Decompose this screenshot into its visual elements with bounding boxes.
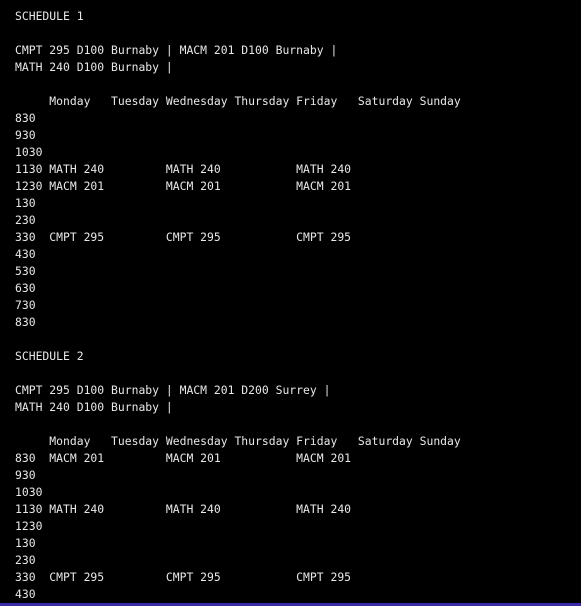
schedule-1-title: SCHEDULE 1 [15,9,84,23]
schedule-2-title: SCHEDULE 2 [15,349,84,363]
schedule-1-row-530: 530 [15,264,36,278]
schedule-2-row-930: 930 [15,468,36,482]
schedule-1-row-430: 430 [15,247,36,261]
schedule-2-row-1230: 1230 [15,519,43,533]
schedule-2-courses-line-1: CMPT 295 D100 Burnaby | MACM 201 D200 Su… [15,383,331,397]
schedule-1-row-1130: 1130 MATH 240 MATH 240 MATH 240 [15,162,352,176]
schedule-2-row-430: 430 [15,587,36,601]
schedule-1-row-1230: 1230 MACM 201 MACM 201 MACM 201 [15,179,352,193]
schedule-1-row-830-evening: 830 [15,315,36,329]
schedule-2-courses-line-2: MATH 240 D100 Burnaby | [15,400,173,414]
schedule-1-row-1030: 1030 [15,145,43,159]
schedule-1-courses-line-2: MATH 240 D100 Burnaby | [15,60,173,74]
schedule-2-row-1030: 1030 [15,485,43,499]
schedule-1-row-930: 930 [15,128,36,142]
schedule-1-day-header: Monday Tuesday Wednesday Thursday Friday… [15,94,461,108]
schedule-1-row-130: 130 [15,196,36,210]
schedule-2-row-130: 130 [15,536,36,550]
schedule-1-courses-line-1: CMPT 295 D100 Burnaby | MACM 201 D100 Bu… [15,43,338,57]
schedule-2-row-1130: 1130 MATH 240 MATH 240 MATH 240 [15,502,352,516]
schedule-1-row-830: 830 [15,111,36,125]
schedule-1-row-730: 730 [15,298,36,312]
schedule-1-row-330: 330 CMPT 295 CMPT 295 CMPT 295 [15,230,352,244]
schedule-1-row-230: 230 [15,213,36,227]
schedule-2-day-header: Monday Tuesday Wednesday Thursday Friday… [15,434,461,448]
schedule-2-row-230: 230 [15,553,36,567]
schedule-1-row-630: 630 [15,281,36,295]
terminal-window[interactable]: SCHEDULE 1 CMPT 295 D100 Burnaby | MACM 2… [0,0,581,606]
terminal-output: SCHEDULE 1 CMPT 295 D100 Burnaby | MACM 2… [15,8,461,603]
schedule-2-row-830: 830 MACM 201 MACM 201 MACM 201 [15,451,352,465]
schedule-2-row-330: 330 CMPT 295 CMPT 295 CMPT 295 [15,570,352,584]
